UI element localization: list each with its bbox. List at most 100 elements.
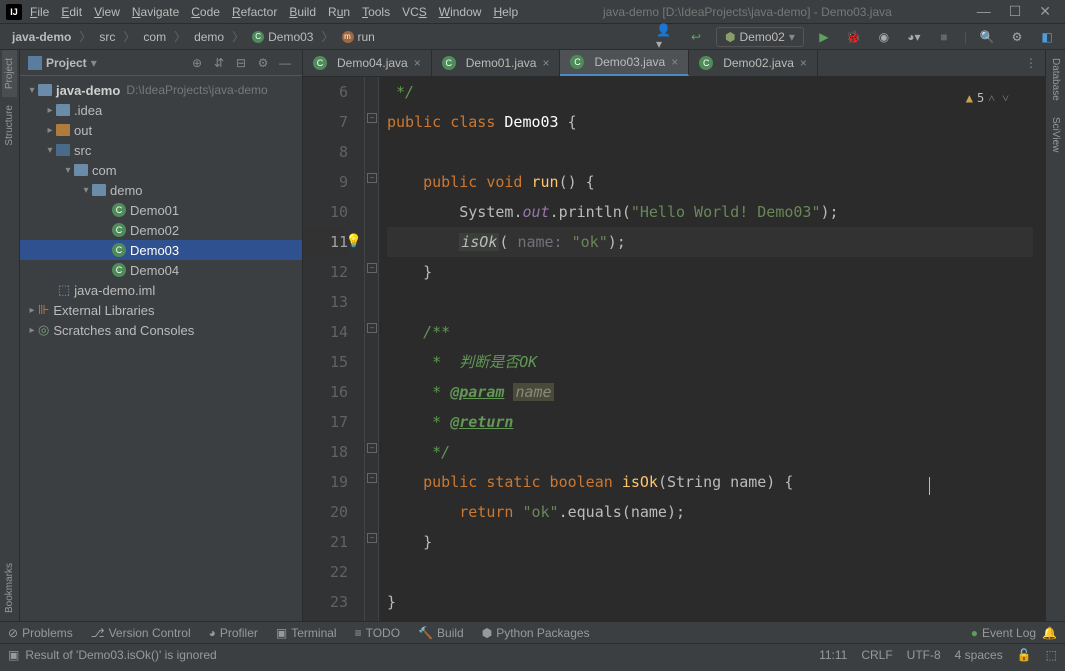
- run-config-dropdown[interactable]: ⬢ Demo02 ▾: [716, 27, 804, 47]
- notification-icon[interactable]: 🔔: [1042, 626, 1057, 640]
- text-cursor: [929, 477, 930, 495]
- breadcrumb-item[interactable]: mrun: [338, 28, 379, 46]
- tree-file[interactable]: ⬚java-demo.iml: [20, 280, 302, 300]
- menu-navigate[interactable]: Navigate: [132, 5, 179, 19]
- file-icon: ⬚: [58, 282, 70, 298]
- file-encoding[interactable]: UTF-8: [907, 648, 941, 662]
- project-tree: ▾java-demoD:\IdeaProjects\java-demo ▸.id…: [20, 76, 302, 621]
- tree-folder[interactable]: ▸.idea: [20, 100, 302, 120]
- fold-marker[interactable]: −: [367, 173, 377, 183]
- status-icon[interactable]: ▣: [8, 648, 19, 662]
- caret-position[interactable]: 11:11: [819, 648, 847, 662]
- menu-code[interactable]: Code: [191, 5, 220, 19]
- menu-edit[interactable]: Edit: [61, 5, 82, 19]
- tool-problems[interactable]: ⊘Problems: [8, 626, 73, 640]
- settings-icon[interactable]: ⚙: [1007, 27, 1027, 47]
- tool-python-packages[interactable]: ⬢Python Packages: [482, 626, 590, 640]
- tool-vcs[interactable]: ⎇Version Control: [91, 626, 191, 640]
- tree-folder[interactable]: ▸out: [20, 120, 302, 140]
- tree-folder[interactable]: ▾src: [20, 140, 302, 160]
- menu-refactor[interactable]: Refactor: [232, 5, 277, 19]
- tree-scratches[interactable]: ▸◎Scratches and Consoles: [20, 320, 302, 340]
- breadcrumb-item[interactable]: src: [95, 28, 119, 46]
- tool-todo[interactable]: ≡TODO: [355, 626, 400, 640]
- app-logo-icon: IJ: [6, 4, 22, 20]
- menu-build[interactable]: Build: [289, 5, 316, 19]
- editor-tab[interactable]: CDemo02.java×: [689, 50, 818, 76]
- tree-file[interactable]: CDemo02: [20, 220, 302, 240]
- bulb-icon[interactable]: 💡: [346, 227, 362, 257]
- fold-gutter: − − − − − − −: [365, 77, 379, 621]
- hide-panel-icon[interactable]: ―: [276, 54, 294, 72]
- tree-file-selected[interactable]: CDemo03: [20, 240, 302, 260]
- expand-all-icon[interactable]: ⇵: [210, 54, 228, 72]
- search-icon[interactable]: 🔍: [977, 27, 997, 47]
- close-button[interactable]: ✕: [1039, 3, 1051, 20]
- run-button[interactable]: ▶: [814, 27, 834, 47]
- line-gutter: 678910 11💡 121314151617181920212223: [303, 77, 365, 621]
- menu-help[interactable]: Help: [493, 5, 518, 19]
- debug-button[interactable]: 🐞: [844, 27, 864, 47]
- sidebar-tab-structure[interactable]: Structure: [2, 97, 17, 154]
- profile-button[interactable]: ◕▾: [904, 27, 924, 47]
- breadcrumb-item[interactable]: demo: [190, 28, 228, 46]
- breadcrumb-item[interactable]: com: [139, 28, 170, 46]
- event-log[interactable]: ●Event Log: [971, 626, 1036, 640]
- menu-file[interactable]: File: [30, 5, 49, 19]
- select-open-file-icon[interactable]: ⊕: [188, 54, 206, 72]
- code-editor[interactable]: 678910 11💡 121314151617181920212223 − − …: [303, 77, 1045, 621]
- tree-folder[interactable]: ▾demo: [20, 180, 302, 200]
- tree-folder[interactable]: ▾com: [20, 160, 302, 180]
- sidebar-tab-database[interactable]: Database: [1048, 50, 1063, 109]
- close-icon[interactable]: ×: [542, 56, 549, 70]
- stop-button[interactable]: ■: [934, 27, 954, 47]
- indent-setting[interactable]: 4 spaces: [955, 648, 1003, 662]
- menu-view[interactable]: View: [94, 5, 120, 19]
- panel-settings-icon[interactable]: ⚙: [254, 54, 272, 72]
- close-icon[interactable]: ×: [671, 55, 678, 69]
- close-icon[interactable]: ×: [414, 56, 421, 70]
- tool-profiler[interactable]: ◕Profiler: [209, 626, 258, 640]
- menu-tools[interactable]: Tools: [362, 5, 390, 19]
- menu-run[interactable]: Run: [328, 5, 350, 19]
- inspection-stripe[interactable]: [1033, 77, 1045, 621]
- plugin-icon[interactable]: ◧: [1037, 27, 1057, 47]
- fold-marker[interactable]: −: [367, 473, 377, 483]
- editor-tab[interactable]: CDemo01.java×: [432, 50, 561, 76]
- hammer-icon: 🔨: [418, 626, 433, 640]
- tree-file[interactable]: CDemo01: [20, 200, 302, 220]
- menu-window[interactable]: Window: [439, 5, 482, 19]
- close-icon[interactable]: ×: [800, 56, 807, 70]
- maximize-button[interactable]: ☐: [1009, 3, 1022, 20]
- memory-icon[interactable]: ⬚: [1046, 648, 1057, 662]
- fold-marker[interactable]: −: [367, 533, 377, 543]
- tree-external-libraries[interactable]: ▸⊪External Libraries: [20, 300, 302, 320]
- minimize-button[interactable]: ―: [977, 3, 991, 20]
- terminal-icon: ▣: [276, 626, 287, 640]
- back-icon[interactable]: ↩: [686, 27, 706, 47]
- fold-marker[interactable]: −: [367, 323, 377, 333]
- editor-tab-active[interactable]: CDemo03.java×: [560, 50, 689, 76]
- sidebar-tab-bookmarks[interactable]: Bookmarks: [2, 555, 17, 621]
- fold-marker[interactable]: −: [367, 263, 377, 273]
- project-panel-title[interactable]: Project: [46, 56, 87, 70]
- breadcrumb-item[interactable]: java-demo: [8, 28, 75, 46]
- readonly-icon[interactable]: 🔓: [1017, 648, 1032, 662]
- tab-menu-icon[interactable]: ⋮: [1025, 56, 1037, 70]
- tree-root[interactable]: ▾java-demoD:\IdeaProjects\java-demo: [20, 80, 302, 100]
- coverage-button[interactable]: ◉: [874, 27, 894, 47]
- menu-vcs[interactable]: VCS: [402, 5, 427, 19]
- tree-file[interactable]: CDemo04: [20, 260, 302, 280]
- fold-marker[interactable]: −: [367, 443, 377, 453]
- breadcrumb-item[interactable]: CDemo03: [248, 28, 317, 46]
- collapse-icon[interactable]: ⊟: [232, 54, 250, 72]
- editor-tab[interactable]: CDemo04.java×: [303, 50, 432, 76]
- sidebar-tab-project[interactable]: Project: [2, 50, 17, 97]
- sidebar-tab-sciview[interactable]: SciView: [1048, 109, 1063, 160]
- line-separator[interactable]: CRLF: [861, 648, 892, 662]
- add-user-icon[interactable]: 👤▾: [656, 27, 676, 47]
- fold-marker[interactable]: −: [367, 113, 377, 123]
- inspection-badge[interactable]: ▲ 5 ˄ ˅: [966, 83, 1009, 113]
- tool-terminal[interactable]: ▣Terminal: [276, 626, 337, 640]
- tool-build[interactable]: 🔨Build: [418, 626, 464, 640]
